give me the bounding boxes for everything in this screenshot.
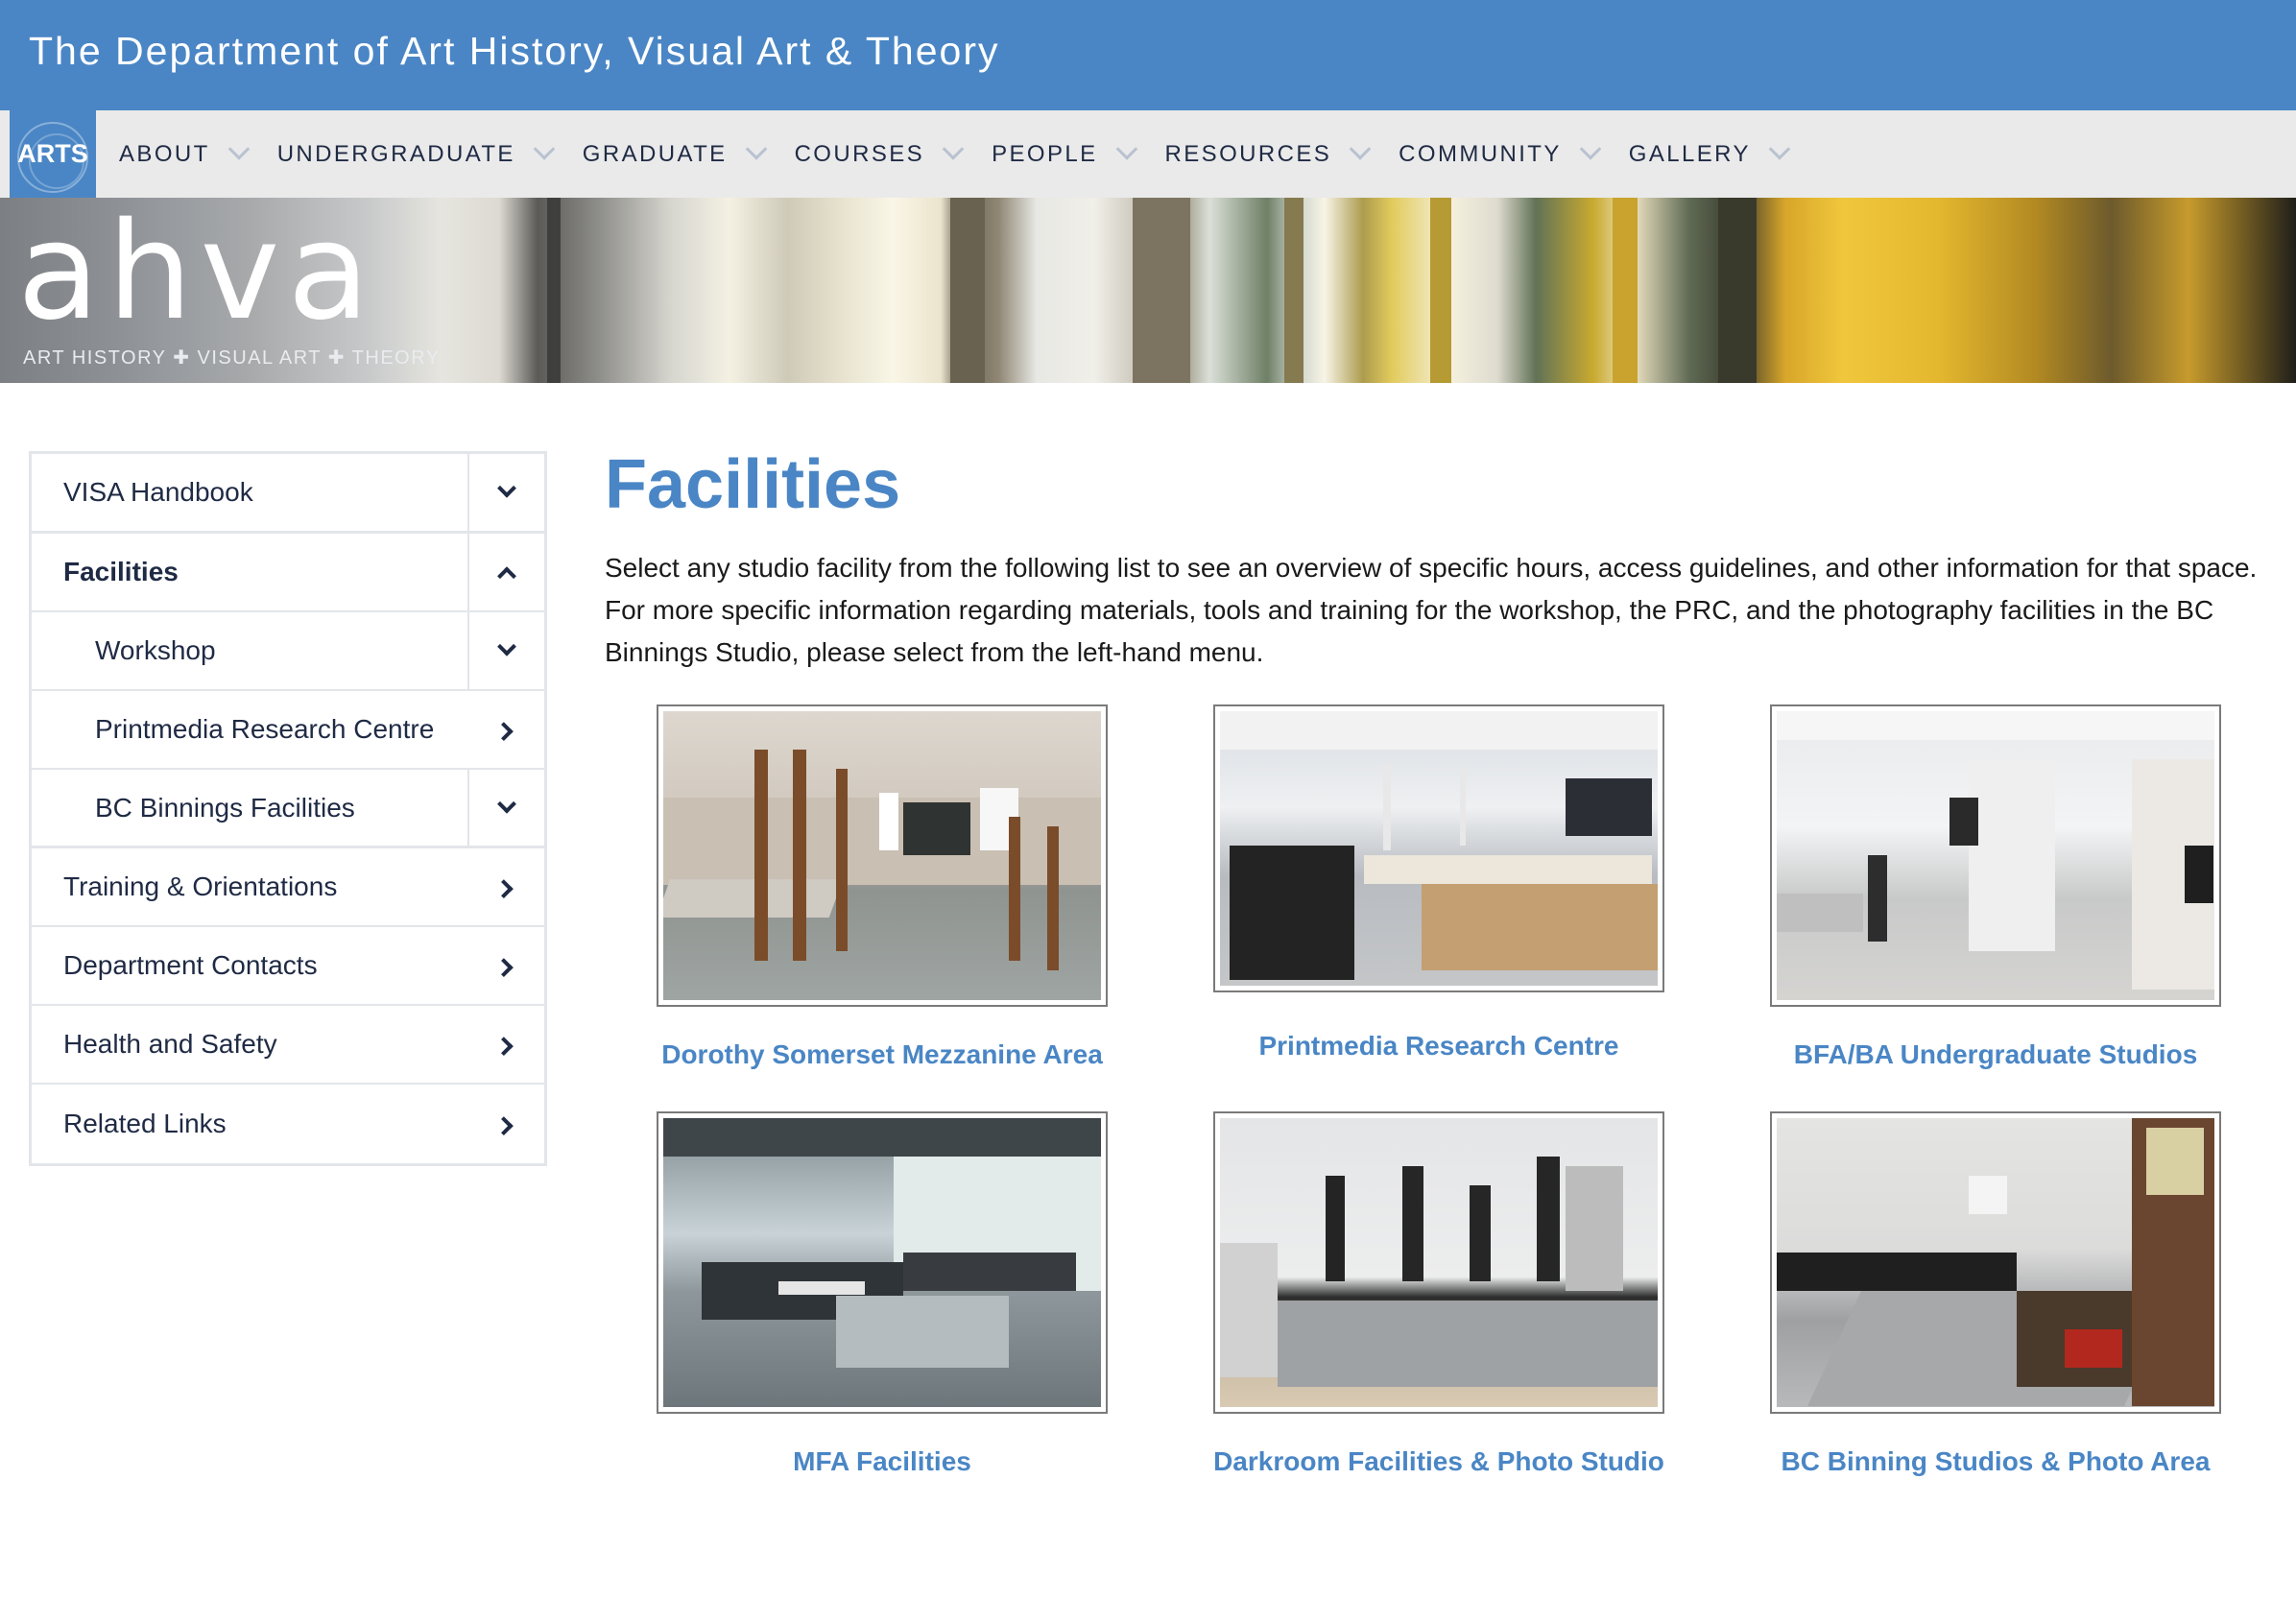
chevron-right-icon xyxy=(493,1037,514,1057)
chevron-down-icon[interactable] xyxy=(227,137,251,160)
studio-photo-image xyxy=(663,711,1101,1000)
chevron-right-icon xyxy=(493,879,514,899)
facility-link[interactable]: Dorothy Somerset Mezzanine Area xyxy=(657,1039,1108,1070)
sidebar-item-department-contacts[interactable]: Department Contacts xyxy=(32,927,544,1006)
ahva-logo-wordmark[interactable]: ahva xyxy=(17,205,377,340)
undergraduate-studio-photo-image xyxy=(1777,711,2214,1000)
chevron-down-icon[interactable] xyxy=(745,137,767,160)
nav-item-community[interactable]: COMMUNITY xyxy=(1375,110,1606,198)
nav-item-label: PEOPLE xyxy=(992,140,1098,167)
nav-item-graduate[interactable]: GRADUATE xyxy=(560,110,772,198)
nav-item-label: ABOUT xyxy=(119,140,210,167)
nav-items: ABOUT UNDERGRADUATE GRADUATE COURSES PEO… xyxy=(96,110,1795,198)
page-title: Facilities xyxy=(605,446,901,523)
chevron-down-icon[interactable] xyxy=(942,137,965,160)
facility-card[interactable]: MFA Facilities xyxy=(657,1111,1108,1477)
banner-stripe xyxy=(1430,198,1451,383)
nav-item-undergraduate[interactable]: UNDERGRADUATE xyxy=(254,110,560,198)
chevron-right-icon xyxy=(493,1116,514,1136)
chevron-down-icon xyxy=(497,478,516,498)
facility-card[interactable]: BC Binning Studios & Photo Area xyxy=(1770,1111,2221,1477)
chevron-up-icon xyxy=(497,566,516,586)
expand-toggle[interactable] xyxy=(467,612,544,689)
chevron-down-icon[interactable] xyxy=(1579,137,1602,160)
link-arrow[interactable] xyxy=(467,848,544,925)
facility-photo[interactable] xyxy=(657,1111,1108,1414)
sidebar-item-workshop[interactable]: Workshop xyxy=(32,612,544,691)
arts-logo[interactable]: ARTS xyxy=(10,110,96,198)
nav-item-label: COURSES xyxy=(794,140,925,167)
link-arrow[interactable] xyxy=(467,1085,544,1163)
link-arrow[interactable] xyxy=(467,1006,544,1083)
chevron-down-icon[interactable] xyxy=(1768,137,1791,160)
facility-link[interactable]: MFA Facilities xyxy=(657,1446,1108,1477)
expand-toggle[interactable] xyxy=(467,770,544,846)
chevron-down-icon[interactable] xyxy=(1115,137,1137,160)
nav-item-label: COMMUNITY xyxy=(1399,140,1562,167)
facility-photo[interactable] xyxy=(1770,1111,2221,1414)
sidebar-item-bc-binnings-facilities[interactable]: BC Binnings Facilities xyxy=(32,770,544,848)
facility-card[interactable]: Darkroom Facilities & Photo Studio xyxy=(1213,1111,1664,1477)
printmedia-photo-image xyxy=(1220,711,1658,986)
sidebar-item-training-orientations[interactable]: Training & Orientations xyxy=(32,848,544,927)
sidebar-item-health-and-safety[interactable]: Health and Safety xyxy=(32,1006,544,1085)
expand-toggle[interactable] xyxy=(467,454,544,531)
chevron-right-icon xyxy=(493,958,514,978)
facility-link[interactable]: Darkroom Facilities & Photo Studio xyxy=(1213,1446,1664,1477)
sidebar-menu: VISA Handbook Facilities Workshop Printm… xyxy=(29,451,547,1166)
chevron-down-icon xyxy=(497,636,516,656)
link-arrow[interactable] xyxy=(467,691,544,768)
nav-item-label: RESOURCES xyxy=(1164,140,1332,167)
facility-card[interactable]: Printmedia Research Centre xyxy=(1213,704,1664,1062)
chevron-down-icon[interactable] xyxy=(533,137,556,160)
site-header: The Department of Art History, Visual Ar… xyxy=(0,0,2296,110)
nav-item-about[interactable]: ABOUT xyxy=(96,110,254,198)
banner-stripe xyxy=(1613,198,1638,383)
chevron-down-icon[interactable] xyxy=(1349,137,1372,160)
facility-photo[interactable] xyxy=(1770,704,2221,1007)
sidebar-item-visa-handbook[interactable]: VISA Handbook xyxy=(32,454,544,534)
banner-stripe xyxy=(1284,198,1303,383)
nav-item-label: GALLERY xyxy=(1628,140,1751,167)
sidebar-item-related-links[interactable]: Related Links xyxy=(32,1085,544,1163)
arts-logo-text: ARTS xyxy=(17,139,88,168)
ahva-logo-tagline: ART HISTORY ✚ VISUAL ART ✚ THEORY xyxy=(23,347,441,369)
facility-photo[interactable] xyxy=(1213,1111,1664,1414)
facility-photo[interactable] xyxy=(657,704,1108,1007)
nav-item-gallery[interactable]: GALLERY xyxy=(1606,110,1795,198)
mfa-lounge-photo-image xyxy=(663,1118,1101,1407)
nav-item-label: UNDERGRADUATE xyxy=(276,140,515,167)
sidebar-item-facilities[interactable]: Facilities xyxy=(32,534,544,612)
facility-photo[interactable] xyxy=(1213,704,1664,992)
site-title[interactable]: The Department of Art History, Visual Ar… xyxy=(29,29,1000,74)
facility-link[interactable]: BC Binning Studios & Photo Area xyxy=(1770,1446,2221,1477)
nav-item-people[interactable]: PEOPLE xyxy=(969,110,1141,198)
nav-item-courses[interactable]: COURSES xyxy=(772,110,969,198)
collapse-toggle[interactable] xyxy=(467,534,544,610)
chevron-right-icon xyxy=(493,722,514,742)
facility-card[interactable]: Dorothy Somerset Mezzanine Area xyxy=(657,704,1108,1070)
sidebar-item-printmedia-research-centre[interactable]: Printmedia Research Centre xyxy=(32,691,544,770)
facility-link[interactable]: Printmedia Research Centre xyxy=(1213,1031,1664,1062)
banner-stripe xyxy=(1133,198,1190,383)
darkroom-photo-image xyxy=(1220,1118,1658,1407)
binning-studio-photo-image xyxy=(1777,1118,2214,1407)
facility-card[interactable]: BFA/BA Undergraduate Studios xyxy=(1770,704,2221,1070)
banner-stripe xyxy=(1718,198,1757,383)
banner-stripe xyxy=(547,198,561,383)
intro-text: Select any studio facility from the foll… xyxy=(605,553,2258,667)
chevron-down-icon xyxy=(497,794,516,814)
nav-item-label: GRADUATE xyxy=(582,140,728,167)
banner-stripe xyxy=(950,198,985,383)
nav-item-resources[interactable]: RESOURCES xyxy=(1142,110,1376,198)
facility-link[interactable]: BFA/BA Undergraduate Studios xyxy=(1770,1039,2221,1070)
main-nav: ARTS ABOUT UNDERGRADUATE GRADUATE COURSE… xyxy=(0,110,2296,198)
link-arrow[interactable] xyxy=(467,927,544,1004)
